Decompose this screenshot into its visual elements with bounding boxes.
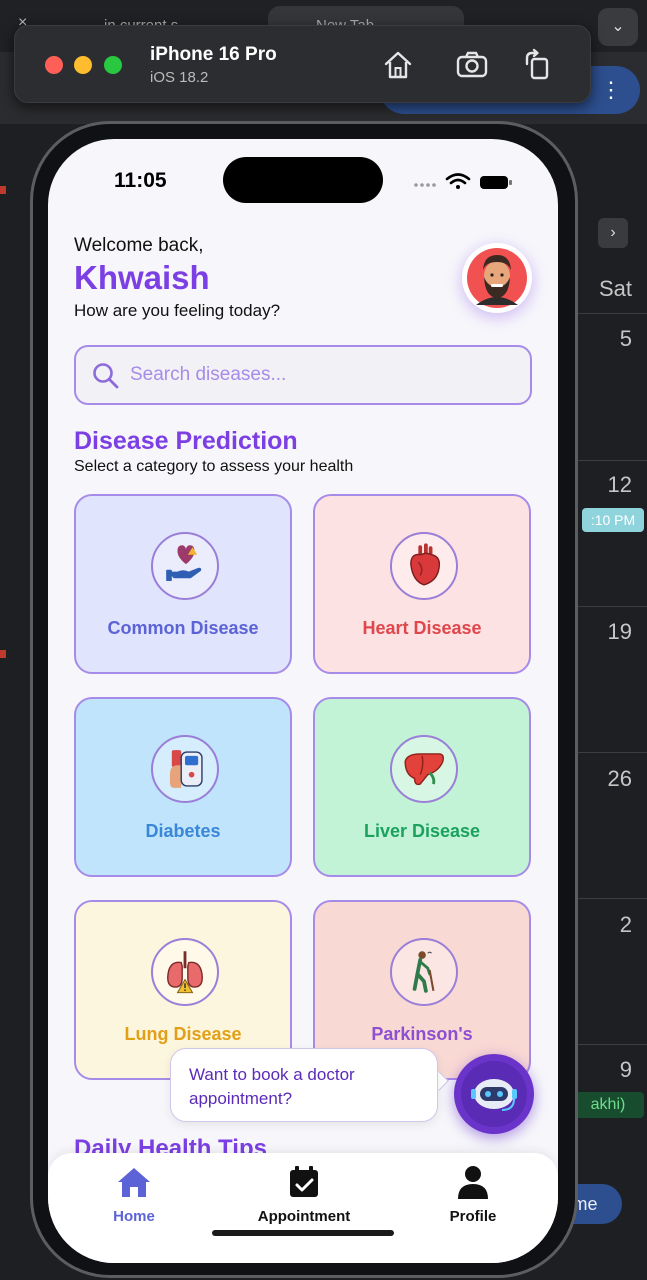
os-version: iOS 18.2 <box>150 69 209 86</box>
home-indicator <box>212 1230 394 1236</box>
chat-prompt-line: appointment? <box>189 1089 293 1108</box>
glucose-meter-icon <box>151 735 219 803</box>
home-icon <box>118 1168 150 1197</box>
tab-home[interactable]: Home <box>69 1165 199 1225</box>
card-heart-disease[interactable]: Heart Disease <box>313 494 531 674</box>
red-marker <box>0 650 6 658</box>
zoom-window-button[interactable] <box>104 56 122 74</box>
lungs-icon <box>151 938 219 1006</box>
bottom-tab-bar: Home Appointment Profile <box>48 1153 558 1263</box>
tab-label: Appointment <box>257 1208 351 1225</box>
user-name: Khwaish <box>74 259 210 296</box>
tab-menu-chevron-icon[interactable]: ⌄ <box>598 8 638 46</box>
device-name: iPhone 16 Pro <box>150 44 277 65</box>
calendar-event[interactable]: akhi) <box>572 1092 644 1118</box>
tab-label: Home <box>113 1208 155 1225</box>
search-input[interactable] <box>130 347 520 403</box>
heart-organ-icon <box>390 532 458 600</box>
tab-appointment[interactable]: Appointment <box>239 1165 369 1225</box>
section-subtitle: Select a category to assess your health <box>74 458 354 475</box>
card-liver-disease[interactable]: Liver Disease <box>313 697 531 877</box>
card-diabetes[interactable]: Diabetes <box>74 697 292 877</box>
simulator-toolbar: iPhone 16 Pro iOS 18.2 <box>14 25 591 103</box>
liver-icon <box>390 735 458 803</box>
calendar-event[interactable]: :10 PM <box>582 508 644 532</box>
battery-icon <box>480 176 512 189</box>
wifi-icon <box>445 173 471 185</box>
card-label: Heart Disease <box>362 618 482 638</box>
search-icon <box>93 363 119 389</box>
rotate-icon[interactable] <box>521 48 555 82</box>
calendar-date[interactable]: 5 <box>570 326 632 352</box>
card-label: Lung Disease <box>124 1024 242 1044</box>
person-icon <box>458 1166 488 1199</box>
signal-icon <box>414 183 436 187</box>
welcome-text: Welcome back, <box>74 235 204 256</box>
red-marker <box>0 186 6 194</box>
screenshot-icon[interactable] <box>455 48 489 82</box>
card-label: Diabetes <box>145 821 221 841</box>
calendar-day-header: Sat <box>598 276 632 301</box>
avatar[interactable] <box>462 243 532 313</box>
card-common-disease[interactable]: Common Disease <box>74 494 292 674</box>
chat-prompt-bubble[interactable]: Want to book a doctor appointment? <box>170 1048 438 1122</box>
search-box[interactable] <box>74 345 532 405</box>
walking-cane-icon <box>390 938 458 1006</box>
hand-heart-icon <box>151 532 219 600</box>
card-label: Common Disease <box>107 618 259 638</box>
card-label: Parkinson's <box>371 1024 473 1044</box>
app-screen: 11:05 Welcome back, Khwaish How are you … <box>48 139 558 1263</box>
calendar-date[interactable]: 26 <box>570 766 632 792</box>
home-icon[interactable] <box>381 48 415 82</box>
status-time: 11:05 <box>114 169 167 192</box>
wifi-dot <box>456 185 460 189</box>
chat-prompt-line: Want to book a doctor <box>189 1065 355 1084</box>
next-arrow-icon[interactable]: › <box>598 218 628 248</box>
close-window-button[interactable] <box>45 56 63 74</box>
section-title: Disease Prediction <box>74 427 298 455</box>
tab-label: Profile <box>449 1208 497 1225</box>
calendar-check-icon <box>290 1166 318 1197</box>
status-icons <box>414 173 512 189</box>
chatbot-icon[interactable] <box>454 1054 534 1134</box>
feeling-prompt: How are you feeling today? <box>74 301 281 320</box>
calendar-date[interactable]: 9 <box>570 1057 632 1083</box>
calendar-date[interactable]: 2 <box>570 912 632 938</box>
dynamic-island <box>223 157 383 203</box>
minimize-window-button[interactable] <box>74 56 92 74</box>
card-label: Liver Disease <box>363 821 481 841</box>
more-vertical-icon[interactable]: ⋮ <box>600 74 622 106</box>
calendar-date[interactable]: 19 <box>570 619 632 645</box>
tab-profile[interactable]: Profile <box>408 1165 538 1225</box>
calendar-date[interactable]: 12 <box>570 472 632 498</box>
